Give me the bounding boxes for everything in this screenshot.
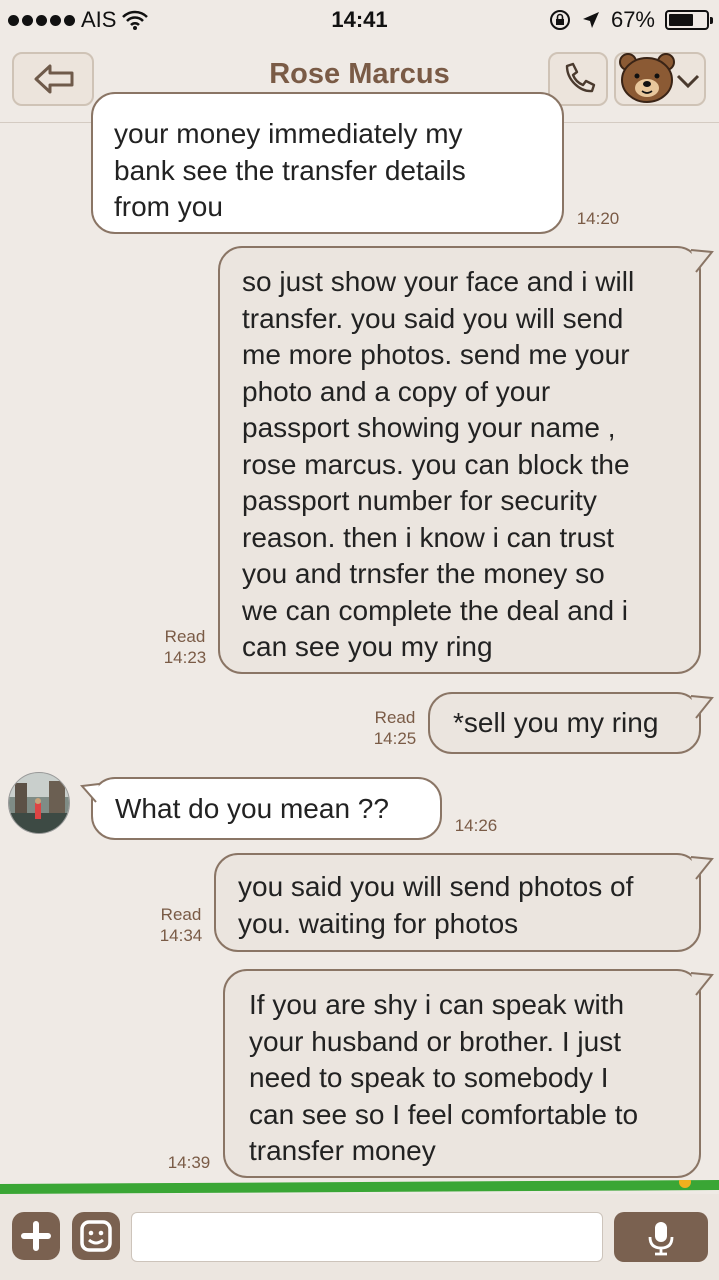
call-button[interactable]: [548, 52, 608, 106]
message-line: from you: [114, 191, 223, 222]
message-bubble[interactable]: What do you mean ??: [91, 777, 442, 840]
read-status: Read: [374, 708, 416, 727]
message-line: rose marcus. you can block the: [242, 448, 630, 480]
message-time: 14:39: [167, 1153, 211, 1172]
message-line: you and trnsfer the money so: [242, 558, 605, 589]
message-time: 14:25: [373, 729, 417, 748]
status-bar: AIS 14:41 67%: [0, 0, 719, 40]
message-line: What do you mean ??: [115, 793, 389, 824]
battery-icon: [665, 10, 713, 30]
orientation-lock-icon: [549, 10, 570, 30]
message-line: passport number for security: [242, 485, 597, 516]
chat-menu-button[interactable]: [614, 52, 706, 106]
message-line: you. waiting for photos: [238, 907, 519, 939]
status-right: 67%: [549, 7, 713, 33]
read-status: Read: [164, 627, 206, 646]
voice-message-button[interactable]: [614, 1212, 708, 1262]
message-time: 14:20: [576, 209, 620, 228]
message-line: your husband or brother. I just: [249, 1025, 621, 1057]
chat-title: Rose Marcus: [269, 58, 450, 90]
emoji-button[interactable]: [72, 1212, 120, 1260]
message-time: 14:34: [159, 926, 203, 945]
chevron-down-icon: [676, 74, 700, 89]
smiley-icon: [80, 1220, 112, 1252]
message-line: can see you my ring: [242, 631, 493, 662]
bubble-tail: [80, 783, 100, 803]
bubble-tail: [690, 249, 714, 273]
bubble-tail: [690, 695, 714, 719]
message-line: so just show your face and i will: [242, 266, 635, 297]
bear-sticker-icon: [619, 53, 675, 103]
phone-icon: [565, 62, 596, 93]
message-line: passport showing your name ,: [242, 412, 616, 443]
location-icon: [582, 12, 599, 28]
message-bubble[interactable]: so just show your face and i will transf…: [218, 246, 701, 674]
add-attachment-button[interactable]: [12, 1212, 60, 1260]
message-line: can see so I feel comfortable to: [249, 1098, 639, 1130]
message-line: If you are shy i can speak with: [249, 989, 625, 1020]
bubble-tail: [690, 856, 714, 880]
read-status: Read: [160, 905, 202, 924]
message-receipt: Read 14:34: [152, 904, 210, 946]
contact-avatar[interactable]: [8, 772, 70, 834]
message-bubble[interactable]: you said you will send photos of you. wa…: [214, 853, 701, 952]
message-line: your money immediately my: [114, 118, 463, 149]
message-line: reason. then i know i can trust: [242, 521, 614, 553]
bubble-tail: [690, 972, 714, 996]
message-line: me more photos. send me your: [242, 339, 630, 370]
message-input-bar: [0, 1194, 719, 1280]
message-bubble[interactable]: If you are shy i can speak with your hus…: [223, 969, 701, 1178]
message-line: we can complete the deal and i: [242, 594, 629, 626]
message-bubble[interactable]: your money immediately my bank see the t…: [91, 92, 564, 234]
message-line: transfer money: [249, 1135, 436, 1166]
message-line: photo and a copy of your: [242, 375, 551, 407]
message-time: 14:26: [454, 816, 498, 835]
keyboard-divider: [0, 1180, 719, 1194]
message-line: bank see the transfer details: [114, 154, 466, 186]
message-receipt: Read 14:23: [156, 626, 214, 668]
message-input[interactable]: [131, 1212, 603, 1262]
plus-icon: [21, 1221, 51, 1251]
message-bubble[interactable]: *sell you my ring: [428, 692, 701, 754]
message-line: *sell you my ring: [453, 707, 659, 738]
microphone-icon: [648, 1222, 674, 1256]
message-receipt: Read 14:25: [366, 707, 424, 749]
message-time: 14:23: [163, 648, 207, 667]
battery-percent: 67%: [610, 7, 655, 32]
message-line: need to speak to somebody I: [249, 1062, 609, 1093]
message-line: you said you will send photos of: [238, 871, 634, 902]
message-line: transfer. you said you will send: [242, 302, 624, 334]
